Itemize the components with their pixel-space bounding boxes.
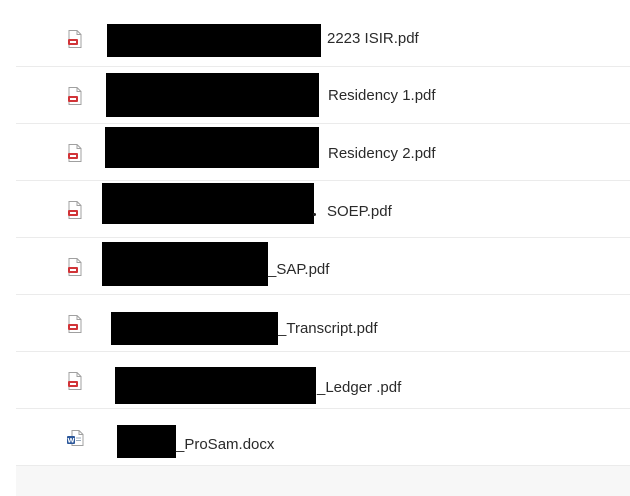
file-row-transcript[interactable]: _Transcript.pdf	[16, 295, 630, 352]
pdf-file-icon	[68, 315, 82, 333]
file-name[interactable]: SOEP.pdf	[327, 202, 392, 222]
file-name[interactable]: _SAP.pdf	[268, 260, 329, 280]
redacted-text	[102, 183, 314, 224]
file-name[interactable]: Residency 1.pdf	[328, 86, 436, 106]
redacted-text	[107, 24, 321, 57]
redacted-text	[111, 312, 278, 345]
pdf-file-icon	[68, 372, 82, 390]
redaction-artifact	[313, 213, 316, 216]
pdf-file-icon	[68, 258, 82, 276]
file-name[interactable]: Residency 2.pdf	[328, 144, 436, 164]
file-row-prosam[interactable]: W _ProSam.docx	[16, 409, 630, 466]
redacted-text	[105, 127, 319, 168]
pdf-file-icon	[68, 87, 82, 105]
file-row-residency-2[interactable]: Residency 2.pdf	[16, 124, 630, 181]
pdf-file-icon	[68, 30, 82, 48]
file-row-ledger[interactable]: _Ledger .pdf	[16, 352, 630, 409]
pdf-file-icon	[68, 201, 82, 219]
file-list: 2223 ISIR.pdf Residency 1.pdf Residency …	[0, 0, 630, 496]
file-row-soep[interactable]: SOEP.pdf	[16, 181, 630, 238]
file-name[interactable]: _ProSam.docx	[176, 435, 274, 455]
redacted-text	[102, 242, 268, 286]
svg-text:W: W	[67, 437, 74, 445]
file-row-sap[interactable]: _SAP.pdf	[16, 238, 630, 295]
redacted-text	[117, 425, 176, 458]
word-file-icon: W	[67, 430, 84, 446]
pdf-file-icon	[68, 144, 82, 162]
list-footer	[16, 466, 630, 496]
redacted-text	[106, 73, 319, 117]
redacted-text	[115, 367, 316, 404]
file-row-2223-isir[interactable]: 2223 ISIR.pdf	[16, 10, 630, 67]
file-name[interactable]: 2223 ISIR.pdf	[327, 29, 419, 49]
file-row-residency-1[interactable]: Residency 1.pdf	[16, 67, 630, 124]
file-name[interactable]: _Ledger .pdf	[317, 378, 401, 398]
file-name[interactable]: _Transcript.pdf	[278, 319, 378, 339]
